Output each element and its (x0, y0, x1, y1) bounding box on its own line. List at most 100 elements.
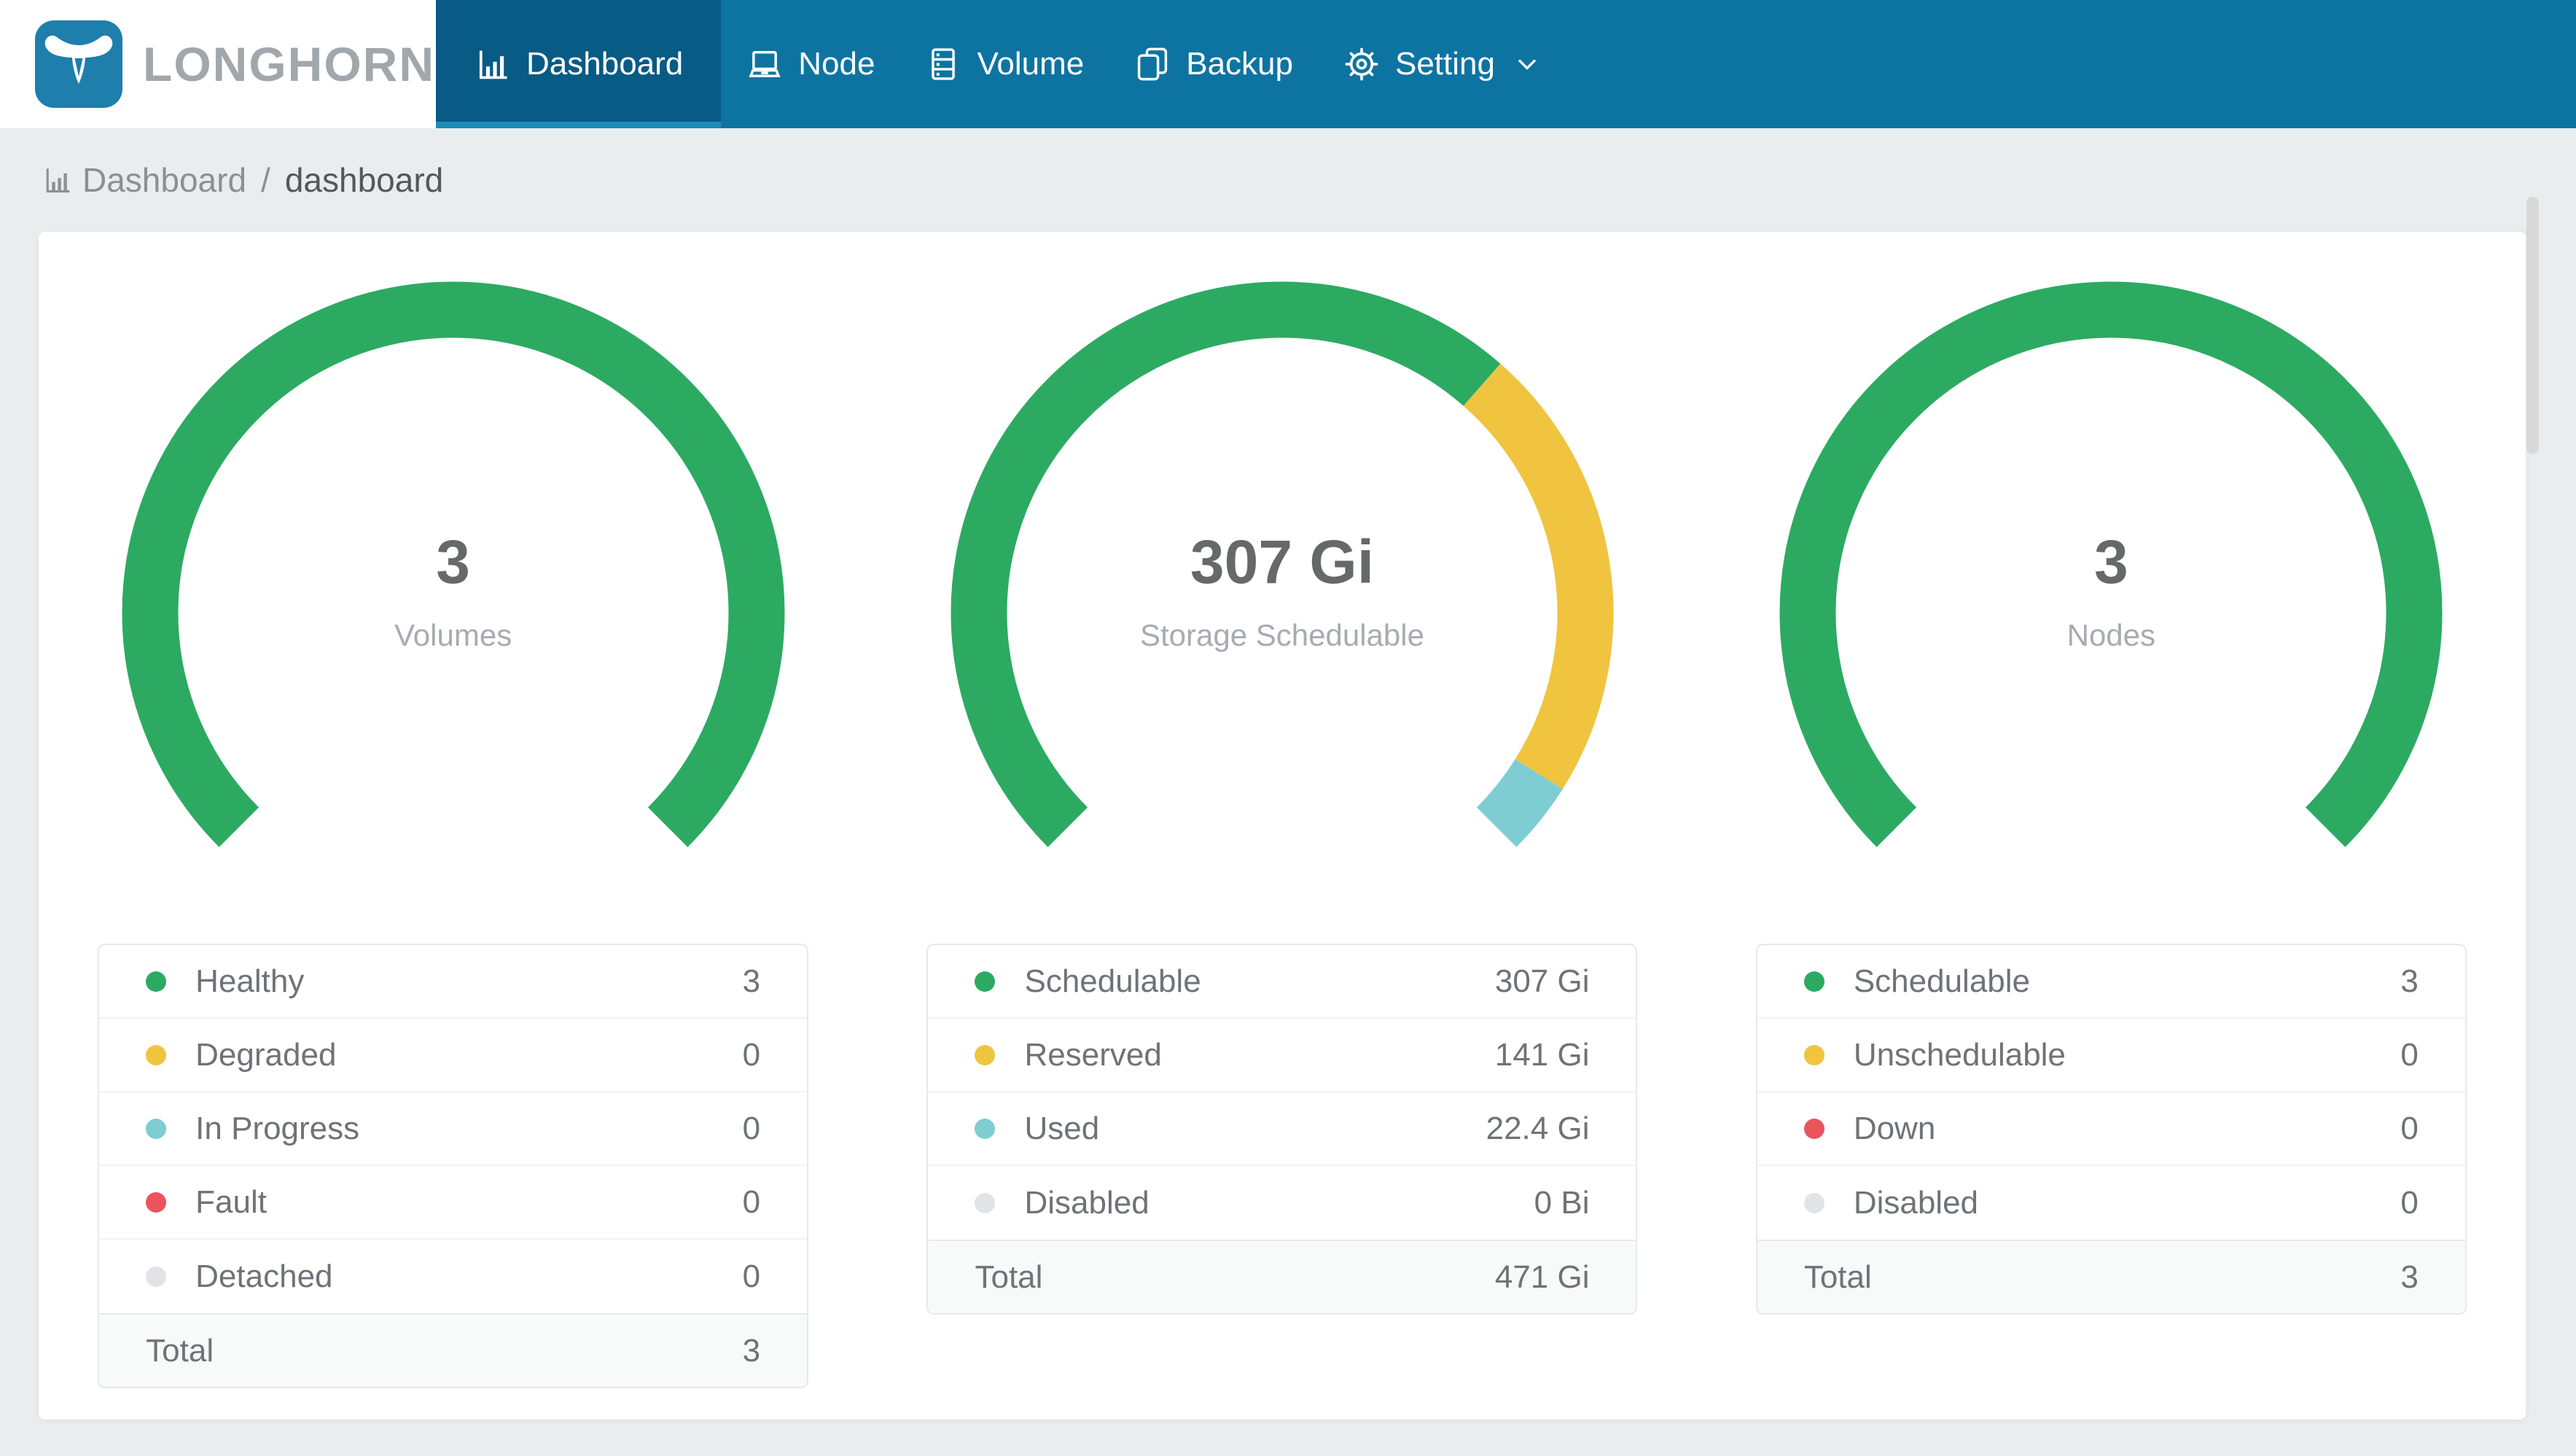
brand-name: LONGHORN (143, 37, 435, 91)
legend-row: Down 0 (1757, 1092, 2465, 1166)
legend-row: Used 22.4 Gi (928, 1092, 1636, 1166)
status-dot (1803, 1118, 1824, 1139)
legend-label: Reserved (1024, 1036, 1162, 1073)
legend-value: 0 Bi (1534, 1184, 1590, 1221)
status-dot (1803, 971, 1824, 992)
legend-value: 0 (742, 1183, 761, 1220)
status-dot (146, 1266, 167, 1287)
volumes-label: Volumes (394, 618, 512, 652)
legend-label: Schedulable (1853, 963, 2031, 999)
legend-label: In Progress (195, 1110, 360, 1146)
nav-label: Node (798, 46, 875, 82)
nav-item-setting[interactable]: Setting (1318, 0, 1568, 128)
nodes-panel: 3 Nodes Schedulable 3 Unschedulable 0 Do… (1697, 232, 2526, 1420)
nodes-count: 3 (2093, 528, 2128, 596)
legend-total-row: Total 471 Gi (928, 1240, 1636, 1313)
gauge-center-text: 3 Nodes (1765, 529, 2457, 653)
storage-schedulable-label: Storage Schedulable (1140, 618, 1424, 652)
nav-label: Setting (1394, 46, 1495, 82)
legend-value: 0 (742, 1110, 761, 1146)
nodes-gauge: 3 Nodes (1765, 267, 2457, 930)
storage-gauge: 307 Gi Storage Schedulable (936, 267, 1628, 930)
nav-label: Dashboard (526, 46, 684, 82)
status-dot (975, 1192, 996, 1213)
legend-label: Fault (195, 1183, 267, 1220)
status-dot (146, 1191, 167, 1213)
status-dot (1803, 1192, 1824, 1213)
legend-label: Healthy (195, 963, 305, 999)
breadcrumb-current-page: dashboard (284, 161, 444, 199)
nav-label: Volume (977, 46, 1085, 82)
chevron-down-icon (1518, 59, 1537, 70)
longhorn-logo[interactable]: LONGHORN (0, 0, 436, 128)
breadcrumb-section[interactable]: Dashboard (82, 160, 246, 200)
legend-total-row: Total 3 (99, 1313, 808, 1387)
legend-row: Disabled 0 (1757, 1166, 2465, 1240)
legend-value: 22.4 Gi (1486, 1110, 1590, 1146)
status-dot (146, 1044, 167, 1065)
gauge-center-text: 307 Gi Storage Schedulable (936, 529, 1628, 653)
vertical-scrollbar-thumb[interactable] (2526, 197, 2539, 454)
legend-row: Detached 0 (99, 1240, 807, 1313)
legend-value: 3 (742, 963, 761, 999)
volumes-legend-table: Healthy 3 Degraded 0 In Progress 0 Fault… (98, 944, 809, 1388)
status-dot (146, 1118, 167, 1139)
legend-value: 307 Gi (1494, 963, 1590, 999)
nav-item-volume[interactable]: Volume (899, 0, 1109, 128)
nav-item-dashboard[interactable]: Dashboard (436, 0, 722, 128)
legend-label: Disabled (1853, 1184, 1979, 1221)
bar-chart-icon (46, 168, 70, 193)
total-label: Total (146, 1332, 214, 1369)
total-value: 3 (2400, 1259, 2419, 1295)
legend-value: 141 Gi (1494, 1036, 1590, 1073)
storage-stack-icon (932, 48, 956, 80)
status-dot (975, 971, 996, 992)
copy-icon (1138, 47, 1168, 81)
legend-label: Disabled (1024, 1184, 1150, 1221)
legend-total-row: Total 3 (1757, 1240, 2465, 1313)
legend-label: Detached (195, 1258, 333, 1294)
nodes-legend-table: Schedulable 3 Unschedulable 0 Down 0 Dis… (1755, 944, 2467, 1315)
legend-value: 3 (2400, 963, 2419, 999)
legend-value: 0 (2400, 1036, 2419, 1073)
legend-row: Degraded 0 (99, 1019, 808, 1092)
total-value: 471 Gi (1494, 1259, 1590, 1295)
total-value: 3 (742, 1332, 761, 1369)
status-dot (975, 1118, 996, 1139)
breadcrumb-separator: / (261, 161, 270, 199)
gear-icon (1345, 47, 1378, 81)
legend-row: Unschedulable 0 (1757, 1019, 2465, 1092)
legend-row: Fault 0 (99, 1166, 808, 1240)
legend-row: In Progress 0 (99, 1092, 808, 1166)
volumes-count: 3 (436, 528, 471, 596)
nav-label: Backup (1186, 46, 1293, 82)
storage-panel: 307 Gi Storage Schedulable Schedulable 3… (867, 232, 1696, 1420)
storage-legend-table: Schedulable 307 Gi Reserved 141 Gi Used … (926, 944, 1638, 1315)
laptop-icon (749, 51, 781, 77)
volumes-gauge: 3 Volumes (107, 267, 800, 930)
legend-label: Down (1853, 1110, 1936, 1146)
nav-item-node[interactable]: Node (721, 0, 899, 128)
nodes-label: Nodes (2066, 618, 2156, 652)
breadcrumb: Dashboard / dashboard (42, 128, 443, 232)
legend-value: 0 (742, 1258, 761, 1294)
status-dot (1803, 1044, 1824, 1065)
legend-value: 0 (742, 1036, 761, 1073)
bar-chart-icon (479, 50, 507, 79)
gauge-center-text: 3 Volumes (107, 529, 800, 653)
nav-item-backup[interactable]: Backup (1109, 0, 1318, 128)
total-label: Total (975, 1259, 1043, 1295)
top-navbar: LONGHORN Dashboard Node Volume Backup Se… (0, 0, 2576, 128)
legend-value: 0 (2400, 1110, 2419, 1146)
legend-label: Schedulable (1024, 963, 1201, 999)
legend-label: Used (1024, 1110, 1100, 1146)
storage-schedulable-value: 307 Gi (1190, 528, 1375, 596)
status-dot (146, 971, 167, 992)
legend-label: Unschedulable (1853, 1036, 2066, 1073)
volumes-panel: 3 Volumes Healthy 3 Degraded 0 In Progre… (39, 232, 867, 1420)
legend-row: Disabled 0 Bi (928, 1166, 1636, 1240)
legend-row: Reserved 141 Gi (928, 1019, 1636, 1092)
dashboard-card: 3 Volumes Healthy 3 Degraded 0 In Progre… (39, 232, 2526, 1420)
status-dot (975, 1044, 996, 1065)
longhorn-bull-icon (35, 20, 122, 108)
